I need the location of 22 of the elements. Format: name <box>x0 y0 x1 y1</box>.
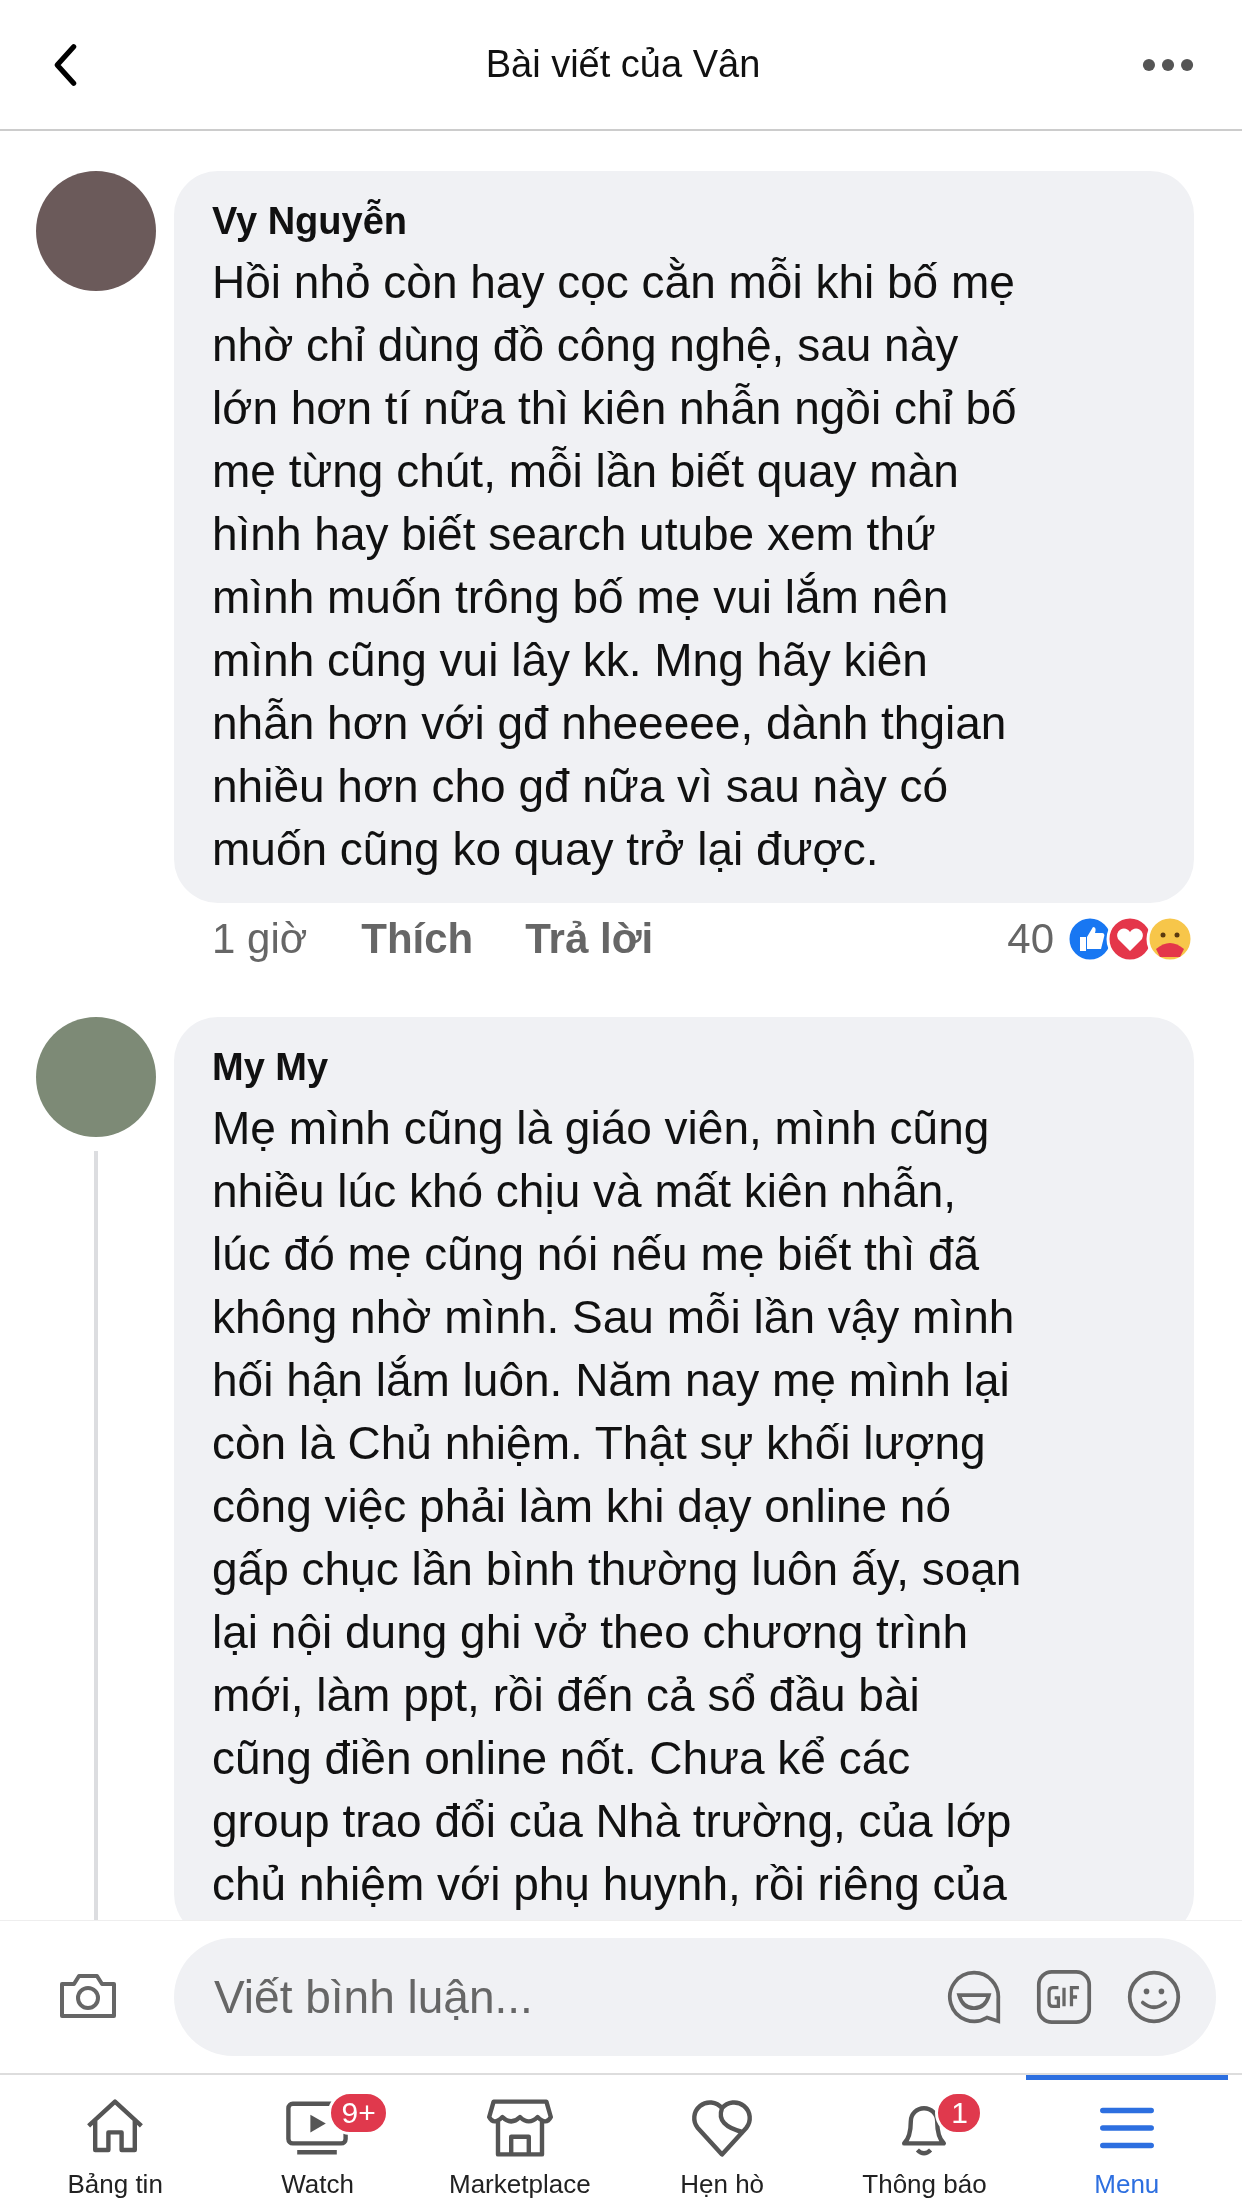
emoji-icon[interactable] <box>1126 1969 1182 2025</box>
back-icon[interactable] <box>52 42 78 87</box>
sticker-icon[interactable] <box>946 1969 1002 2025</box>
comment-text: Mẹ mình cũng là giáo viên, mình cũng nhiều lúc khó chịu và mất kiên nhẫn, lúc đó mẹ cũng nói nếu mẹ biết thì đã không nhờ mình. Sau mỗi lần vậy mình hối hận lắm luôn. Năm nay mẹ mình lại còn là Chủ nhiệm. Thật sự khối lượng công việc phải làm khi dạy online nó gấp chục lần bình thường luôn ấy, soạn lại nội dung ghi vở theo chương trình mới, làm ppt, rồi đến cả sổ đầu bài cũng điền online nốt. Chưa kể các group trao đổi của Nhà trường, của lớp chủ nhiệm với phụ huynh, rồi riêng của <box>212 1101 1023 1912</box>
comment-input[interactable]: Viết bình luận... <box>174 1938 1216 2056</box>
more-icon[interactable] <box>1142 57 1194 72</box>
tab-item[interactable]: Marketplace <box>418 2075 621 2208</box>
tab-item[interactable]: 1 Thông báo <box>823 2075 1026 2208</box>
tab-item[interactable]: Bảng tin <box>14 2075 217 2208</box>
tab-item[interactable]: 9+ Watch <box>216 2075 419 2208</box>
notification-badge: 9+ <box>328 2091 389 2135</box>
like-link[interactable]: Thích <box>361 915 474 963</box>
reaction-count: 40 <box>1007 915 1054 963</box>
timestamp: 1 giờ <box>212 915 308 963</box>
author-name[interactable]: Vy Nguyễn <box>212 197 1158 245</box>
gif-icon[interactable] <box>1036 1969 1092 2025</box>
tab-item[interactable]: Menu <box>1025 2075 1228 2208</box>
comment-text: Hồi nhỏ còn hay cọc cằn mỗi khi bố mẹ nhờ chỉ dùng đồ công nghệ, sau này lớn hơn tí nữa thì kiên nhẫn ngồi chỉ bố mẹ từng chút, mỗi lần biết quay màn hình hay biết search utube xem thứ mình muốn trông bố mẹ vui lắm nên mình cũng vui lây kk. Mng hãy kiên nhẫn hơn với gđ nheeeee, dành thgian nhiều hơn cho gđ nữa vì sau này có muốn cũng ko quay trở lại được. <box>212 255 1018 877</box>
reply-link[interactable]: Trả lời <box>525 915 654 963</box>
tab-item[interactable]: Hẹn hò <box>621 2075 824 2208</box>
author-name[interactable]: My My <box>212 1043 1158 1091</box>
page-title: Bài viết của Vân <box>485 43 761 86</box>
